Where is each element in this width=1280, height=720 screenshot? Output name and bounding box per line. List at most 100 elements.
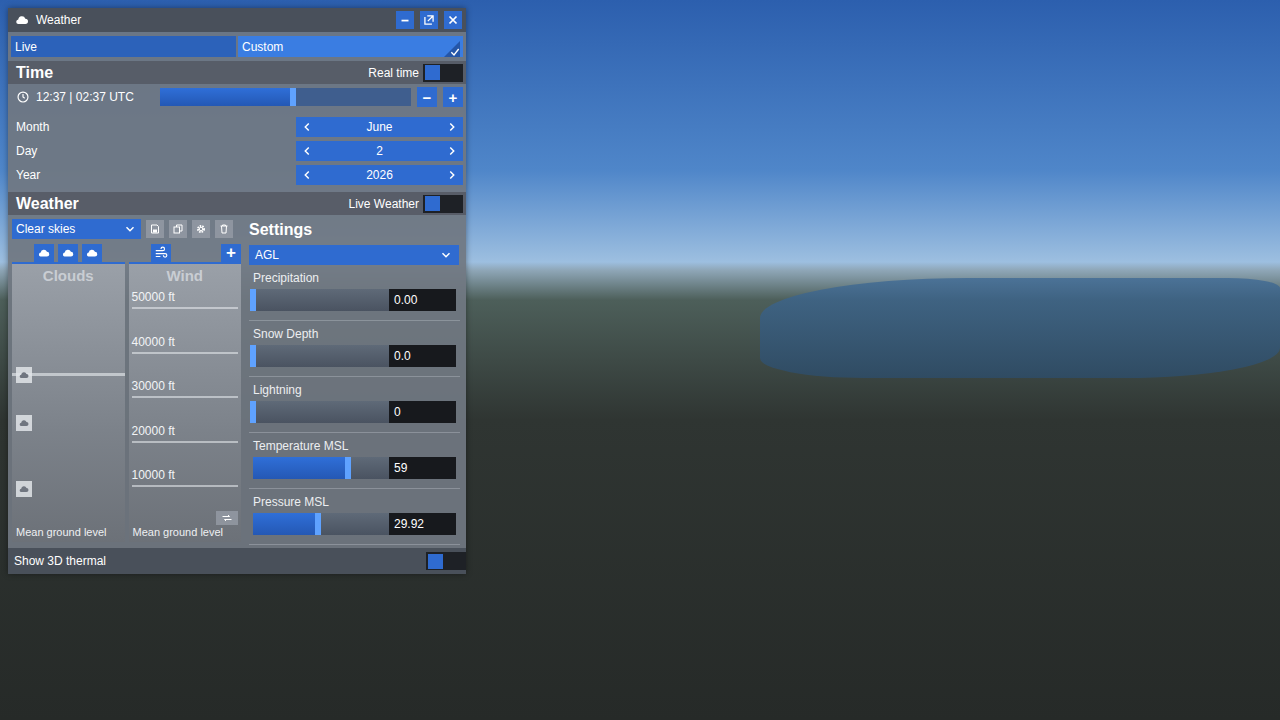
setting-control: 0: [253, 401, 456, 423]
column-title: Wind: [129, 264, 242, 288]
wind-tool-row: [129, 511, 242, 526]
selector-value: 2: [376, 144, 383, 158]
date-fields: MonthJuneDay2Year2026: [8, 110, 466, 187]
setting-value: 0: [394, 405, 401, 419]
field-label: Year: [16, 168, 296, 182]
weather-window: Weather Live Custom TimeReal time 12:37 | 02…: [8, 8, 466, 574]
chevron-right-icon: [445, 168, 459, 182]
section-title: Weather: [16, 195, 349, 213]
clock-reading: 12:37 | 02:37 UTC: [36, 90, 154, 104]
altitude-line: [132, 441, 239, 443]
decrement-button[interactable]: −: [417, 87, 437, 107]
cloud-layer-tabs: [12, 244, 124, 262]
mode-tab[interactable]: Live: [11, 36, 236, 57]
button-glyph: +: [226, 243, 236, 263]
setting-value: 29.92: [394, 517, 424, 531]
cloud-icon: [14, 12, 30, 28]
setting-slider[interactable]: [253, 457, 389, 479]
wind-tab-group: +: [124, 244, 241, 262]
setting-label: Pressure MSL: [253, 495, 456, 509]
increment-button[interactable]: +: [443, 87, 463, 107]
value-selector[interactable]: 2: [296, 141, 463, 161]
save-icon: [149, 223, 161, 235]
cloud-layer-marker[interactable]: [16, 367, 32, 383]
close-button[interactable]: [444, 11, 462, 29]
layer-tabs: +: [12, 244, 241, 262]
popout-button[interactable]: [420, 11, 438, 29]
cloud-layer-button[interactable]: [34, 244, 54, 262]
cloud-altitude-area: [12, 288, 125, 526]
live-weather-toggle[interactable]: [423, 195, 463, 213]
time-header: TimeReal time: [8, 61, 466, 84]
delete-button[interactable]: [215, 220, 233, 238]
add-layer-button[interactable]: +: [221, 244, 241, 262]
setting-row: Snow Depth 0.0: [249, 321, 460, 377]
clock-icon: [16, 90, 30, 104]
setting-row: Temperature MSL 59: [249, 433, 460, 489]
cloud-icon: [37, 246, 51, 260]
tab-label: Custom: [242, 40, 283, 54]
cloud-layer-marker[interactable]: [16, 415, 32, 431]
ground-label: Mean ground level: [129, 526, 242, 542]
slider-fill: [253, 513, 318, 535]
layer-columns: Clouds Mean ground level Wind 50000 ft 40000…: [12, 262, 241, 542]
chevron-left-icon: [300, 120, 314, 134]
value-selector[interactable]: 2026: [296, 165, 463, 185]
altitude-label: 50000 ft: [132, 290, 239, 304]
chevron-left-icon: [300, 144, 314, 158]
cloud-icon: [18, 417, 30, 429]
setting-value-field[interactable]: 59: [389, 457, 456, 479]
minimize-button[interactable]: [396, 11, 414, 29]
setting-control: 0.00: [253, 289, 456, 311]
setting-value-field[interactable]: 0: [389, 401, 456, 423]
real-time-toggle[interactable]: [423, 64, 463, 82]
altitude-label: 20000 ft: [132, 424, 239, 438]
reference-dropdown[interactable]: AGL: [249, 245, 459, 265]
cloud-icon: [18, 483, 30, 495]
cloud-layer-button[interactable]: [82, 244, 102, 262]
column-title: Clouds: [12, 264, 125, 288]
field-label: Day: [16, 144, 296, 158]
settings-button[interactable]: [192, 220, 210, 238]
thermal-toggle[interactable]: [426, 552, 466, 570]
cloud-icon: [85, 246, 99, 260]
section-title: Time: [16, 64, 368, 82]
setting-value-field[interactable]: 0.00: [389, 289, 456, 311]
value-selector[interactable]: June: [296, 117, 463, 137]
setting-label: Snow Depth: [253, 327, 456, 341]
selector-value: 2026: [366, 168, 393, 182]
cloud-layer-button[interactable]: [58, 244, 78, 262]
setting-value-field[interactable]: 0.0: [389, 345, 456, 367]
save-button[interactable]: [146, 220, 164, 238]
setting-row: Lightning0: [249, 377, 460, 433]
altitude-tick: 40000 ft: [129, 333, 242, 378]
setting-value-field[interactable]: 29.92: [389, 513, 456, 535]
thermal-label: Show 3D thermal: [14, 554, 426, 568]
chevron-down-icon: [123, 222, 137, 236]
time-slider[interactable]: [160, 88, 411, 106]
preset-dropdown[interactable]: Clear skies: [12, 219, 141, 239]
harbour-water: [760, 278, 1280, 378]
selector-value: June: [366, 120, 392, 134]
setting-label: Temperature MSL: [253, 439, 456, 453]
button-glyph: +: [449, 89, 458, 106]
chevron-down-icon: [439, 248, 453, 262]
wind-direction-button[interactable]: [216, 511, 238, 525]
mode-tab[interactable]: Custom: [238, 36, 463, 57]
toggle-knob: [425, 65, 440, 80]
copy-button[interactable]: [169, 220, 187, 238]
setting-slider[interactable]: [253, 401, 389, 423]
setting-slider[interactable]: [253, 513, 389, 535]
slider-fill: [160, 88, 293, 106]
setting-value: 0.00: [394, 293, 417, 307]
cloud-icon: [61, 246, 75, 260]
cloud-layer-marker[interactable]: [16, 481, 32, 497]
weather-body: Clear skies + Clouds Mean ground level Wind 5…: [8, 215, 466, 545]
wind-layer-button[interactable]: [151, 244, 171, 262]
setting-slider[interactable]: [253, 289, 389, 311]
setting-control: 29.92: [253, 513, 456, 535]
preset-row: Clear skies: [12, 219, 241, 239]
setting-value: 0.0: [394, 349, 411, 363]
setting-slider[interactable]: [253, 345, 389, 367]
close-icon: [446, 13, 460, 27]
